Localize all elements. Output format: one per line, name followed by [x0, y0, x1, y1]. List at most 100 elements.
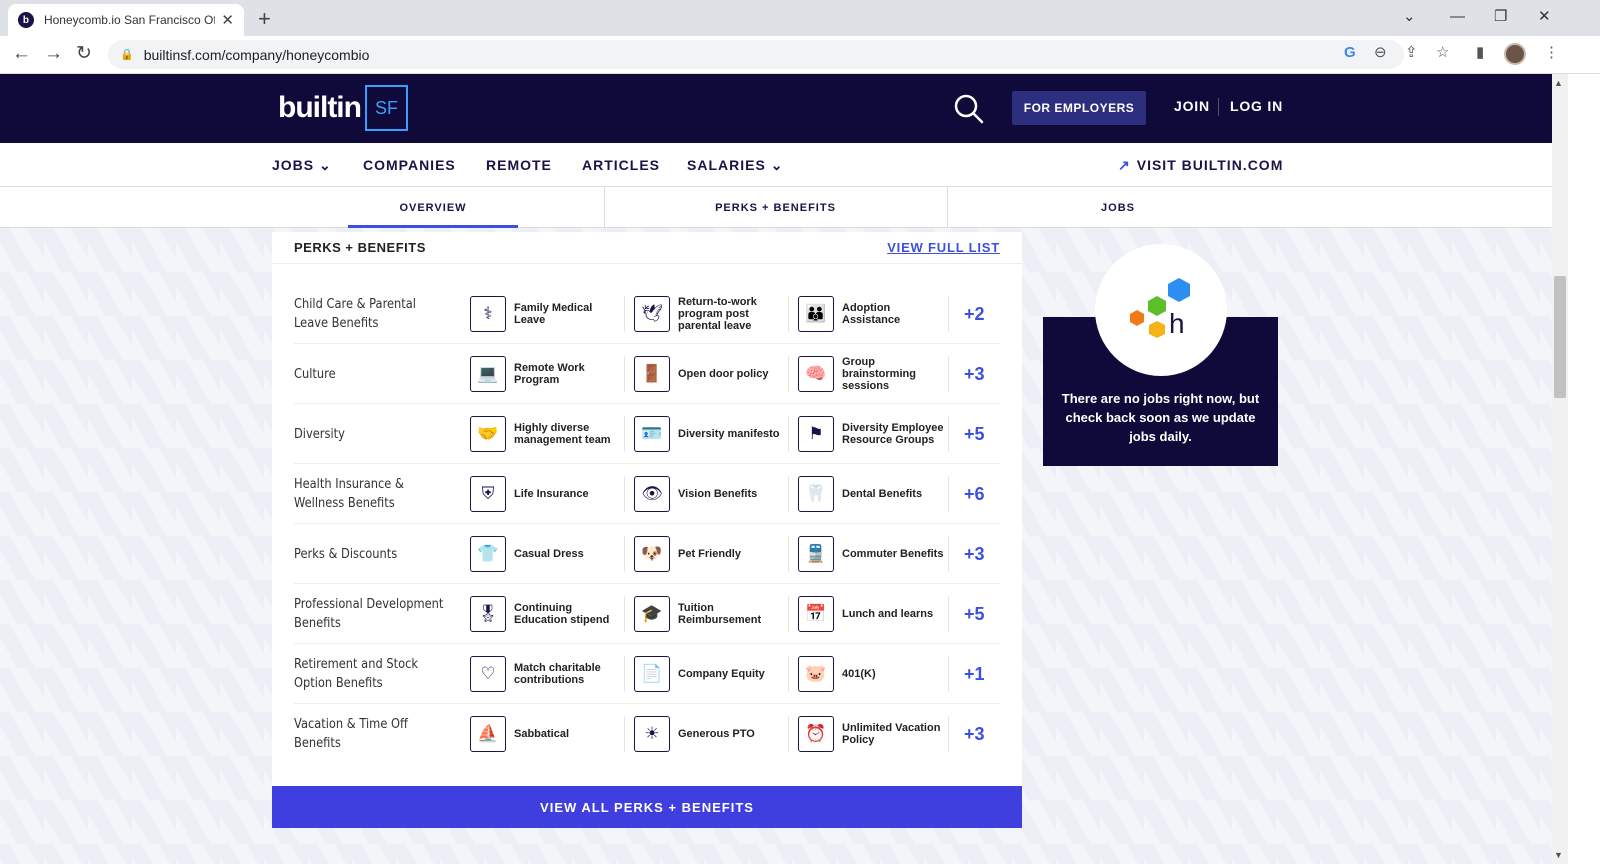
- restore-icon[interactable]: ❐: [1494, 6, 1507, 28]
- browser-tab-strip: b Honeycomb.io San Francisco Offi ✕ + ⌄ …: [0, 0, 1600, 36]
- tab-jobs[interactable]: JOBS: [947, 187, 1289, 228]
- tab-close-icon[interactable]: ✕: [221, 11, 234, 29]
- perk-item: ⚕ Family Medical Leave: [470, 284, 622, 344]
- sailboat-icon: ⛵: [470, 716, 506, 752]
- perk-item: 👪 Adoption Assistance: [798, 284, 950, 344]
- perk-item: ⚑ Diversity Employee Resource Groups: [798, 404, 950, 464]
- perk-label: Lunch and learns: [842, 608, 934, 620]
- perk-label: Family Medical Leave: [514, 302, 593, 326]
- perk-item: ⛨ Life Insurance: [470, 464, 622, 524]
- column-divider: [788, 296, 789, 332]
- graduation-cap-icon: 🎓: [634, 596, 670, 632]
- scrollbar-thumb[interactable]: [1554, 276, 1566, 398]
- more-perks-count[interactable]: +3: [964, 524, 985, 584]
- perk-category-row: Professional Development Benefits 🎖 Contin…: [294, 584, 1000, 644]
- honeycomb-logo-icon: h: [1130, 278, 1190, 339]
- page-scrollbar[interactable]: [1552, 74, 1568, 864]
- google-translate-icon[interactable]: G: [1344, 42, 1356, 64]
- document-icon: 📄: [634, 656, 670, 692]
- perk-label: Dental Benefits: [842, 488, 923, 500]
- login-link[interactable]: LOG IN: [1230, 98, 1283, 114]
- handshake-icon: 🤝: [470, 416, 506, 452]
- more-perks-count[interactable]: +5: [964, 584, 985, 644]
- for-employers-button[interactable]: FOR EMPLOYERS: [1012, 91, 1146, 125]
- bookmark-star-icon[interactable]: ☆: [1436, 42, 1449, 64]
- browser-menu-icon[interactable]: ⋮: [1544, 42, 1559, 64]
- perk-category-row: Child Care & Parental Leave Benefits ⚕ Fam…: [294, 284, 1000, 344]
- reload-icon[interactable]: ↻: [76, 42, 92, 66]
- visit-builtin-link[interactable]: ↗ VISIT BUILTIN.COM: [1118, 157, 1283, 174]
- more-perks-count[interactable]: +3: [964, 344, 985, 404]
- perk-category-label: Health Insurance & Wellness Benefits: [294, 477, 404, 511]
- browser-tab[interactable]: b Honeycomb.io San Francisco Offi ✕: [8, 4, 244, 36]
- perk-category-row: Diversity 🤝 Highly diverse management team…: [294, 404, 1000, 464]
- join-link[interactable]: JOIN: [1174, 98, 1210, 114]
- column-divider: [788, 656, 789, 692]
- column-divider: [788, 536, 789, 572]
- more-perks-count[interactable]: +5: [964, 404, 985, 464]
- more-perks-count[interactable]: +1: [964, 644, 985, 704]
- new-tab-icon[interactable]: +: [258, 6, 271, 32]
- perk-item: 🚆 Commuter Benefits: [798, 524, 950, 584]
- column-divider: [788, 596, 789, 632]
- column-divider: [788, 716, 789, 752]
- tshirt-icon: 👕: [470, 536, 506, 572]
- perk-item: 📄 Company Equity: [634, 644, 786, 704]
- tab-overview[interactable]: OVERVIEW: [348, 187, 518, 228]
- more-perks-count[interactable]: +6: [964, 464, 985, 524]
- address-bar[interactable]: 🔒 builtinsf.com/company/honeycombio: [108, 40, 1404, 69]
- scroll-down-icon[interactable]: ▼: [1554, 850, 1563, 860]
- nav-articles[interactable]: ARTICLES: [582, 157, 660, 173]
- perk-item: ♡ Match charitable contributions: [470, 644, 622, 704]
- tab-search-chevron-icon[interactable]: ⌄: [1403, 6, 1416, 28]
- calendar-icon: 📅: [798, 596, 834, 632]
- flag-icon: ⚑: [798, 416, 834, 452]
- column-divider: [948, 356, 949, 392]
- back-icon[interactable]: ←: [12, 42, 31, 66]
- heart-hand-icon: ♡: [470, 656, 506, 692]
- perk-label: Return-to-work program post parental lea…: [678, 296, 757, 332]
- perk-label: Remote Work Program: [514, 362, 585, 386]
- scroll-up-icon[interactable]: ▲: [1554, 78, 1563, 88]
- window-close-icon[interactable]: ✕: [1538, 6, 1551, 28]
- perk-label: Open door policy: [678, 368, 769, 380]
- nav-remote[interactable]: REMOTE: [486, 157, 552, 173]
- perk-item: ⏰ Unlimited Vacation Policy: [798, 704, 950, 764]
- view-full-list-link[interactable]: VIEW FULL LIST: [887, 240, 1000, 255]
- piggy-bank-icon: 🐷: [798, 656, 834, 692]
- zoom-icon[interactable]: ⊖: [1374, 42, 1387, 64]
- builtin-logo[interactable]: builtin SF: [278, 85, 408, 131]
- dog-icon: 🐶: [634, 536, 670, 572]
- share-icon[interactable]: ⇪: [1405, 42, 1418, 64]
- column-divider: [624, 296, 625, 332]
- more-perks-count[interactable]: +3: [964, 704, 985, 764]
- minimize-icon[interactable]: —: [1450, 6, 1465, 28]
- perk-label: Unlimited Vacation Policy: [842, 722, 941, 746]
- lock-icon[interactable]: 🔒: [120, 48, 134, 61]
- column-divider: [624, 656, 625, 692]
- card-header: PERKS + BENEFITS VIEW FULL LIST: [272, 232, 1022, 264]
- badge-icon: 🎖: [470, 596, 506, 632]
- brain-icon: 🧠: [798, 356, 834, 392]
- nav-companies[interactable]: COMPANIES: [363, 157, 456, 173]
- perk-item: 🐷 401(K): [798, 644, 950, 704]
- perk-item: 📅 Lunch and learns: [798, 584, 950, 644]
- nav-salaries[interactable]: SALARIES ⌄: [687, 157, 783, 174]
- column-divider: [624, 536, 625, 572]
- shield-icon: ⛨: [470, 476, 506, 512]
- browser-toolbar: ← → ↻ 🔒 builtinsf.com/company/honeycombi…: [0, 36, 1600, 74]
- perk-item: 💻 Remote Work Program: [470, 344, 622, 404]
- column-divider: [948, 476, 949, 512]
- tab-perks-benefits[interactable]: PERKS + BENEFITS: [604, 187, 947, 228]
- more-perks-count[interactable]: +2: [964, 284, 985, 344]
- view-all-perks-button[interactable]: VIEW ALL PERKS + BENEFITS: [272, 786, 1022, 828]
- nav-jobs[interactable]: JOBS ⌄: [272, 157, 332, 174]
- card-title: PERKS + BENEFITS: [294, 240, 426, 255]
- perk-item: 🎓 Tuition Reimbursement: [634, 584, 786, 644]
- profile-avatar[interactable]: [1504, 43, 1526, 65]
- forward-icon[interactable]: →: [44, 42, 63, 66]
- perk-item: 🪪 Diversity manifesto: [634, 404, 786, 464]
- logo-city: SF: [364, 85, 408, 131]
- side-panel-icon[interactable]: ▮: [1476, 42, 1484, 64]
- search-icon[interactable]: [952, 92, 986, 126]
